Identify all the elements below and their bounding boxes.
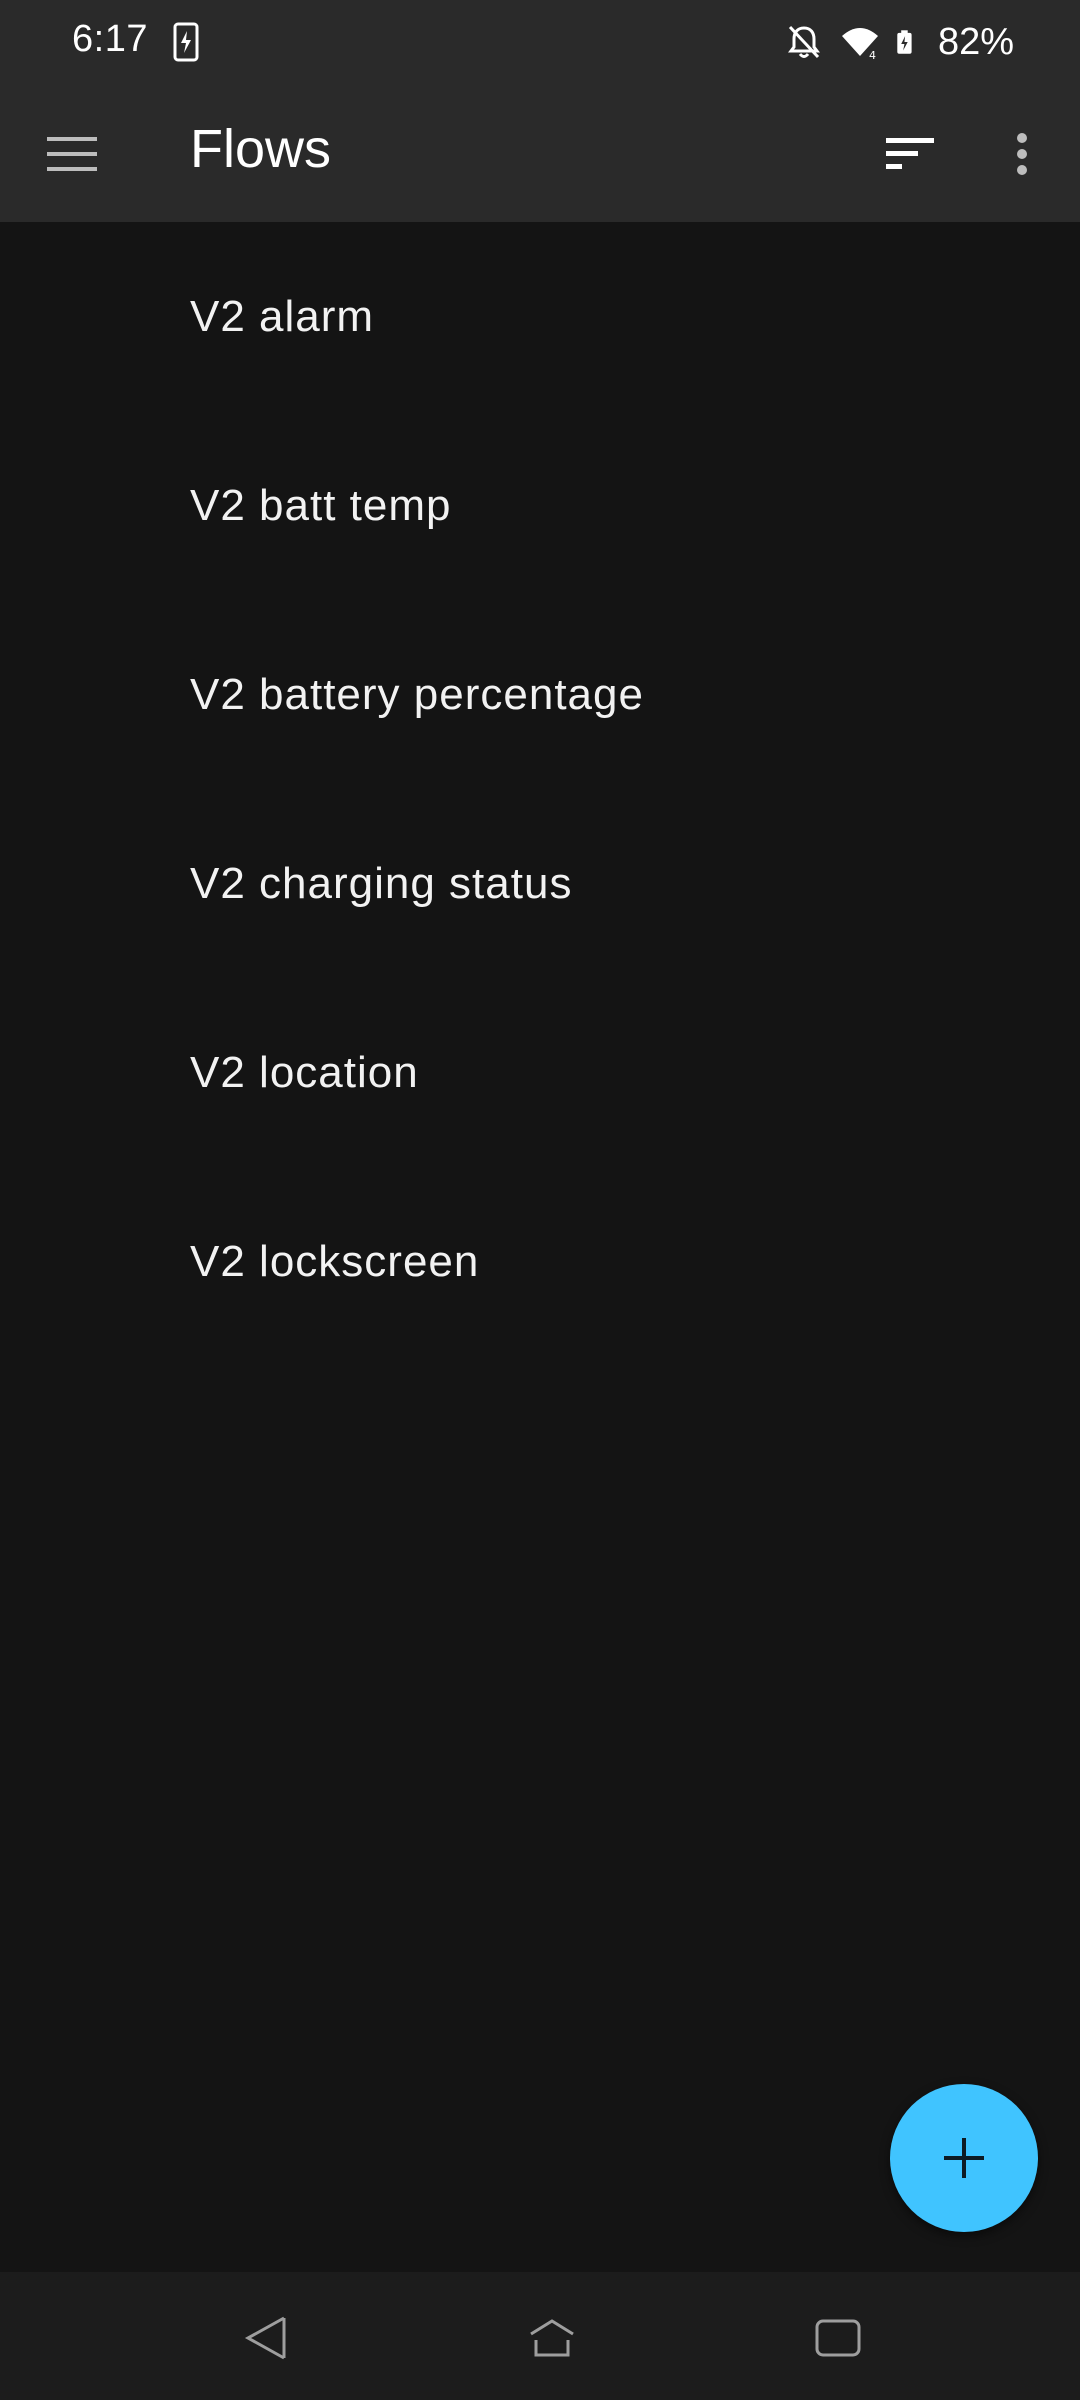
status-time: 6:17 bbox=[72, 18, 148, 60]
svg-text:4: 4 bbox=[869, 49, 876, 62]
battery-charging-icon bbox=[897, 30, 912, 54]
notifications-off-icon bbox=[787, 25, 820, 59]
plus-icon bbox=[944, 2138, 984, 2178]
system-nav-bar bbox=[0, 2272, 1080, 2400]
status-icons: 4 82% bbox=[784, 16, 1014, 68]
nav-back-button[interactable] bbox=[228, 2300, 304, 2376]
battery-percentage: 82% bbox=[937, 20, 1014, 63]
flow-item-v2-location[interactable]: V2 location bbox=[0, 978, 1080, 1167]
wifi-icon: 4 bbox=[841, 28, 878, 62]
sort-button[interactable] bbox=[872, 116, 948, 192]
flow-list: V2 alarm V2 batt temp V2 battery percent… bbox=[0, 222, 1080, 1356]
flow-item-v2-battery-percentage[interactable]: V2 battery percentage bbox=[0, 600, 1080, 789]
back-icon bbox=[244, 2316, 286, 2360]
home-icon bbox=[530, 2319, 574, 2357]
more-vert-icon bbox=[1017, 133, 1027, 175]
recents-icon bbox=[815, 2319, 861, 2357]
status-bar: 6:17 4 82% bbox=[0, 0, 1080, 86]
menu-icon bbox=[47, 137, 97, 171]
screen: 6:17 4 82% Flows V2 alarm V2 batt temp V… bbox=[0, 0, 1080, 2400]
page-title: Flows bbox=[190, 119, 332, 179]
flow-item-v2-charging-status[interactable]: V2 charging status bbox=[0, 789, 1080, 978]
device-charging-icon bbox=[173, 22, 199, 62]
sort-icon bbox=[886, 138, 934, 169]
flow-item-v2-alarm[interactable]: V2 alarm bbox=[0, 222, 1080, 411]
app-toolbar: Flows bbox=[0, 86, 1080, 222]
nav-recents-button[interactable] bbox=[800, 2300, 876, 2376]
nav-home-button[interactable] bbox=[514, 2300, 590, 2376]
flow-item-v2-lockscreen[interactable]: V2 lockscreen bbox=[0, 1167, 1080, 1356]
menu-button[interactable] bbox=[34, 116, 110, 192]
add-flow-button[interactable] bbox=[890, 2084, 1038, 2232]
flow-item-v2-batt-temp[interactable]: V2 batt temp bbox=[0, 411, 1080, 600]
more-options-button[interactable] bbox=[984, 116, 1060, 192]
